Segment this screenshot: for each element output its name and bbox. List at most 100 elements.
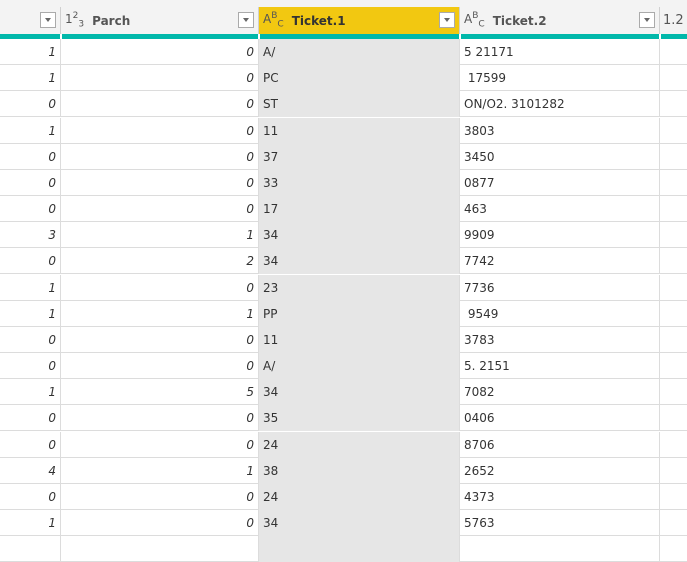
next-cell[interactable]: [660, 327, 687, 353]
ticket-1-cell[interactable]: 34: [259, 379, 460, 406]
parch-cell[interactable]: 1: [61, 300, 259, 327]
column-header-previous[interactable]: [0, 7, 61, 34]
ticket-1-cell[interactable]: 34: [259, 510, 460, 537]
ticket-2-cell[interactable]: 3450: [460, 143, 660, 170]
column-header-next[interactable]: 1.2: [660, 7, 687, 34]
previous-cell[interactable]: 1: [0, 39, 61, 65]
ticket-2-cell[interactable]: 463: [460, 196, 660, 223]
ticket-2-cell[interactable]: 7082: [460, 379, 660, 406]
ticket-2-cell[interactable]: 5. 2151: [460, 353, 660, 380]
parch-cell[interactable]: 0: [61, 274, 259, 301]
filter-dropdown-icon[interactable]: [40, 12, 56, 28]
previous-cell[interactable]: 1: [0, 117, 61, 144]
ticket-1-cell[interactable]: A/: [259, 353, 460, 380]
next-cell[interactable]: [660, 432, 687, 458]
parch-cell[interactable]: 0: [61, 65, 259, 92]
ticket-1-cell[interactable]: 23: [259, 274, 460, 301]
ticket-2-cell[interactable]: ON/O2. 3101282: [460, 91, 660, 118]
ticket-2-cell[interactable]: 5763: [460, 510, 660, 537]
filter-dropdown-icon[interactable]: [238, 12, 254, 28]
parch-cell[interactable]: 1: [61, 457, 259, 484]
previous-cell[interactable]: 3: [0, 222, 61, 249]
next-cell[interactable]: [660, 118, 687, 144]
parch-cell[interactable]: 0: [61, 39, 259, 65]
previous-cell[interactable]: 0: [0, 91, 61, 118]
ticket-1-cell[interactable]: 11: [259, 326, 460, 353]
parch-cell[interactable]: 0: [61, 431, 259, 458]
next-cell[interactable]: [660, 353, 687, 379]
ticket-1-cell[interactable]: 34: [259, 248, 460, 275]
next-cell[interactable]: [660, 222, 687, 248]
ticket-1-cell[interactable]: 38: [259, 457, 460, 484]
filter-dropdown-icon[interactable]: [439, 12, 455, 28]
whole-number-type-icon[interactable]: 123: [65, 11, 84, 29]
ticket-2-cell[interactable]: 7736: [460, 274, 660, 301]
parch-cell[interactable]: 0: [61, 196, 259, 223]
parch-cell[interactable]: 5: [61, 379, 259, 406]
next-cell[interactable]: [660, 91, 687, 117]
ticket-1-cell[interactable]: 24: [259, 431, 460, 458]
next-cell[interactable]: [660, 248, 687, 274]
ticket-1-cell[interactable]: 17: [259, 196, 460, 223]
decimal-type-icon[interactable]: 1.2: [663, 13, 684, 28]
ticket-2-cell[interactable]: 9549: [460, 300, 660, 327]
next-cell[interactable]: [660, 484, 687, 510]
next-cell[interactable]: [660, 144, 687, 170]
parch-cell[interactable]: 0: [61, 117, 259, 144]
next-cell[interactable]: [660, 39, 687, 65]
ticket-1-cell[interactable]: 33: [259, 169, 460, 196]
filter-dropdown-icon[interactable]: [639, 12, 655, 28]
parch-cell[interactable]: 0: [61, 326, 259, 353]
ticket-2-cell[interactable]: 4373: [460, 483, 660, 510]
ticket-2-cell[interactable]: 7742: [460, 248, 660, 275]
column-header-parch[interactable]: 123 Parch: [61, 7, 259, 34]
ticket-1-cell[interactable]: 34: [259, 222, 460, 249]
ticket-2-cell[interactable]: 5 21171: [460, 39, 660, 65]
column-header-ticket-1[interactable]: ABC Ticket.1: [259, 7, 460, 34]
previous-cell[interactable]: 0: [0, 405, 61, 432]
previous-cell[interactable]: 0: [0, 326, 61, 353]
ticket-1-cell[interactable]: 37: [259, 143, 460, 170]
ticket-1-cell[interactable]: 11: [259, 117, 460, 144]
ticket-1-cell[interactable]: 35: [259, 405, 460, 432]
parch-cell[interactable]: 0: [61, 483, 259, 510]
column-header-ticket-2[interactable]: ABC Ticket.2: [460, 7, 660, 34]
next-cell[interactable]: [660, 170, 687, 196]
next-cell[interactable]: [660, 458, 687, 484]
previous-cell[interactable]: 0: [0, 196, 61, 223]
next-cell[interactable]: [660, 379, 687, 405]
previous-cell[interactable]: 1: [0, 510, 61, 537]
ticket-2-cell[interactable]: 8706: [460, 431, 660, 458]
next-cell[interactable]: [660, 510, 687, 536]
previous-cell[interactable]: 0: [0, 353, 61, 380]
previous-cell[interactable]: 4: [0, 457, 61, 484]
parch-cell[interactable]: 1: [61, 222, 259, 249]
previous-cell[interactable]: 1: [0, 65, 61, 92]
next-cell[interactable]: [660, 405, 687, 431]
previous-cell[interactable]: 0: [0, 169, 61, 196]
parch-cell[interactable]: 0: [61, 91, 259, 118]
ticket-1-cell[interactable]: A/: [259, 39, 460, 65]
next-cell[interactable]: [660, 65, 687, 91]
parch-cell[interactable]: 0: [61, 143, 259, 170]
text-type-icon[interactable]: ABC: [263, 11, 284, 29]
ticket-2-cell[interactable]: 0406: [460, 405, 660, 432]
next-cell[interactable]: [660, 301, 687, 327]
previous-cell[interactable]: 0: [0, 143, 61, 170]
ticket-1-cell[interactable]: PP: [259, 300, 460, 327]
parch-cell[interactable]: 0: [61, 405, 259, 432]
previous-cell[interactable]: 1: [0, 300, 61, 327]
ticket-1-cell[interactable]: 24: [259, 483, 460, 510]
ticket-2-cell[interactable]: 3803: [460, 117, 660, 144]
parch-cell[interactable]: 0: [61, 510, 259, 537]
parch-cell[interactable]: 2: [61, 248, 259, 275]
parch-cell[interactable]: 0: [61, 353, 259, 380]
next-cell[interactable]: [660, 275, 687, 301]
ticket-2-cell[interactable]: 2652: [460, 457, 660, 484]
ticket-2-cell[interactable]: 17599: [460, 65, 660, 92]
parch-cell[interactable]: 0: [61, 169, 259, 196]
ticket-2-cell[interactable]: 0877: [460, 169, 660, 196]
ticket-1-cell[interactable]: PC: [259, 65, 460, 92]
ticket-1-cell[interactable]: ST: [259, 91, 460, 118]
previous-cell[interactable]: 1: [0, 379, 61, 406]
